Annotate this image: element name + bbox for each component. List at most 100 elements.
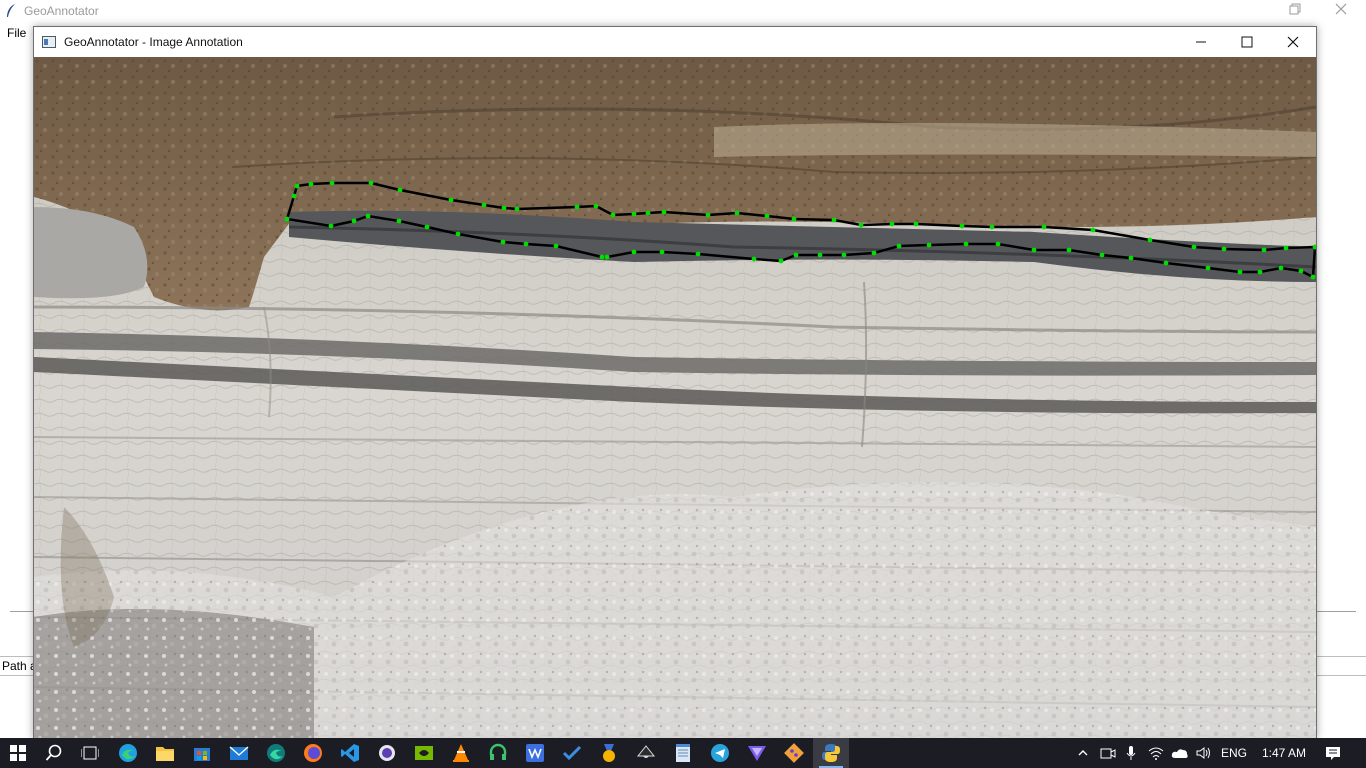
taskbar-mail[interactable] [221, 738, 257, 768]
tray-camera[interactable] [1096, 738, 1120, 768]
annotation-vertex[interactable] [604, 254, 610, 260]
annotation-vertex[interactable] [645, 210, 651, 216]
annotation-vertex[interactable] [1031, 247, 1037, 253]
annotation-vertex[interactable] [1298, 268, 1304, 274]
annotation-vertex[interactable] [764, 213, 770, 219]
annotation-vertex[interactable] [1191, 244, 1197, 250]
annotation-vertex[interactable] [1257, 269, 1263, 275]
taskbar-git[interactable] [776, 738, 812, 768]
annotation-vertex[interactable] [294, 183, 300, 189]
tray-volume[interactable] [1192, 738, 1216, 768]
annotation-vertex[interactable] [1283, 245, 1289, 251]
annotation-vertex[interactable] [858, 222, 864, 228]
clock[interactable]: 1:47 AM [1262, 746, 1306, 760]
minimize-button[interactable] [1178, 27, 1224, 57]
annotation-vertex[interactable] [751, 256, 757, 262]
annotation-vertex[interactable] [481, 202, 487, 208]
annotation-vertex[interactable] [1310, 274, 1316, 280]
taskbar-headset-app[interactable] [480, 738, 516, 768]
annotation-vertex[interactable] [308, 181, 314, 187]
annotation-vertex[interactable] [841, 252, 847, 258]
annotation-vertex[interactable] [1041, 224, 1047, 230]
taskbar-notepad[interactable] [665, 738, 701, 768]
annotation-vertex[interactable] [695, 251, 701, 257]
annotation-vertex[interactable] [501, 205, 507, 211]
taskbar-wps[interactable] [517, 738, 553, 768]
taskbar-edge-dev[interactable] [258, 738, 294, 768]
annotation-vertex[interactable] [329, 180, 335, 186]
annotation-vertex[interactable] [1221, 246, 1227, 252]
taskbar-python[interactable] [813, 738, 849, 768]
taskbar-todo[interactable] [554, 738, 590, 768]
annotation-vertex[interactable] [1099, 252, 1105, 258]
language-indicator[interactable]: ENG [1221, 746, 1247, 760]
taskbar-edge[interactable] [110, 738, 146, 768]
annotation-vertex[interactable] [734, 210, 740, 216]
annotation-vertex[interactable] [963, 241, 969, 247]
tray-overflow-button[interactable] [1072, 738, 1094, 768]
taskbar-award-app[interactable] [591, 738, 627, 768]
annotation-vertex[interactable] [396, 218, 402, 224]
taskbar-proton[interactable] [739, 738, 775, 768]
annotation-vertex[interactable] [1128, 255, 1134, 261]
annotation-vertex[interactable] [661, 209, 667, 215]
background-close-button[interactable] [1328, 2, 1354, 20]
annotation-vertex[interactable] [424, 224, 430, 230]
annotation-vertex[interactable] [791, 216, 797, 222]
annotation-vertex[interactable] [500, 239, 506, 245]
tray-microphone[interactable] [1120, 738, 1142, 768]
annotation-vertex[interactable] [831, 217, 837, 223]
annotation-vertex[interactable] [631, 249, 637, 255]
annotation-vertex[interactable] [989, 224, 995, 230]
taskbar-nvidia[interactable] [406, 738, 442, 768]
menu-file[interactable]: File [7, 26, 26, 40]
close-button[interactable] [1270, 27, 1316, 57]
annotation-vertex[interactable] [1147, 237, 1153, 243]
annotation-vertex[interactable] [397, 187, 403, 193]
annotation-vertex[interactable] [1237, 269, 1243, 275]
annotation-vertex[interactable] [913, 221, 919, 227]
annotation-vertex[interactable] [1205, 265, 1211, 271]
annotation-vertex[interactable] [291, 193, 297, 199]
annotation-vertex[interactable] [351, 218, 357, 224]
annotation-vertex[interactable] [926, 242, 932, 248]
annotation-vertex[interactable] [1163, 260, 1169, 266]
taskbar-store[interactable] [184, 738, 220, 768]
taskbar-telegram[interactable] [702, 738, 738, 768]
annotation-vertex[interactable] [514, 206, 520, 212]
annotation-vertex[interactable] [959, 223, 965, 229]
annotation-vertex[interactable] [455, 231, 461, 237]
annotation-vertex[interactable] [871, 250, 877, 256]
annotation-vertex[interactable] [896, 243, 902, 249]
taskbar-inkscape[interactable] [628, 738, 664, 768]
start-button[interactable] [0, 738, 36, 768]
annotation-vertex[interactable] [448, 197, 454, 203]
taskbar-firefox[interactable] [295, 738, 331, 768]
annotation-vertex[interactable] [1090, 227, 1096, 233]
tray-wifi[interactable] [1144, 738, 1168, 768]
annotation-vertex[interactable] [817, 252, 823, 258]
annotation-canvas[interactable] [34, 57, 1316, 738]
annotation-vertex[interactable] [889, 221, 895, 227]
annotation-vertex[interactable] [778, 258, 784, 264]
annotation-vertex[interactable] [365, 213, 371, 219]
annotation-vertex[interactable] [523, 241, 529, 247]
annotation-vertex[interactable] [574, 204, 580, 210]
notifications-button[interactable] [1318, 738, 1348, 768]
taskbar-file-explorer[interactable] [147, 738, 183, 768]
taskbar-vscode[interactable] [332, 738, 368, 768]
taskbar-vlc[interactable] [443, 738, 479, 768]
annotation-vertex[interactable] [1261, 247, 1267, 253]
annotation-vertex[interactable] [659, 249, 665, 255]
annotation-vertex[interactable] [553, 243, 559, 249]
background-restore-button[interactable] [1282, 2, 1308, 20]
annotation-vertex[interactable] [368, 180, 374, 186]
annotation-vertex[interactable] [328, 223, 334, 229]
annotation-vertex[interactable] [995, 241, 1001, 247]
annotation-vertex[interactable] [793, 252, 799, 258]
maximize-button[interactable] [1224, 27, 1270, 57]
annotation-vertex[interactable] [599, 254, 605, 260]
annotation-vertex[interactable] [284, 216, 290, 222]
task-view-button[interactable] [72, 738, 108, 768]
tray-onedrive[interactable] [1168, 738, 1192, 768]
